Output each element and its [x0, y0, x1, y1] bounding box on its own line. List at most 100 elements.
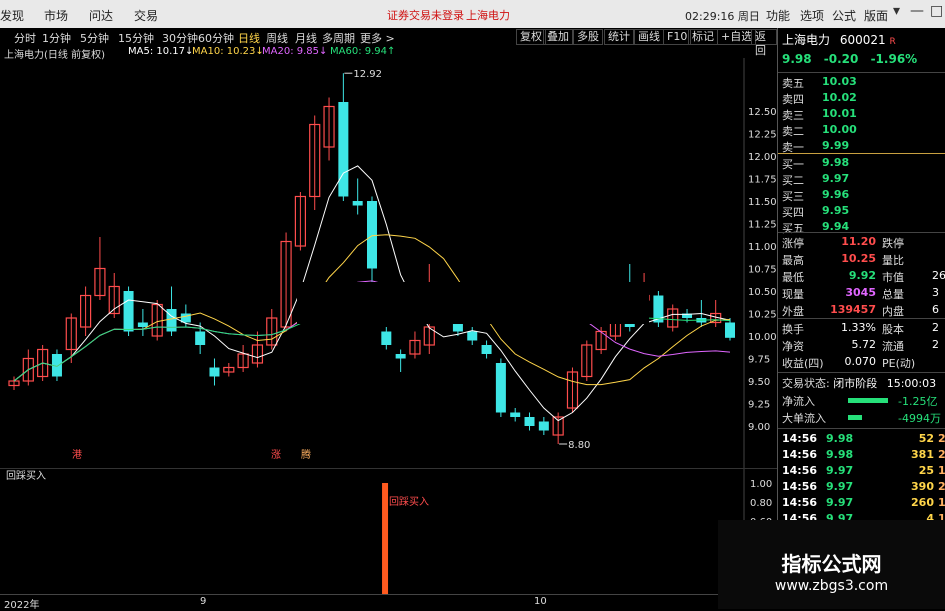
overlay-button[interactable]: 叠加 [543, 29, 573, 45]
ask-price: 10.01 [822, 107, 857, 120]
stats-button[interactable]: 统计 [604, 29, 634, 45]
candle-body [123, 291, 134, 332]
trade-volume: 390 [911, 480, 934, 493]
candle [294, 192, 306, 251]
adjust-button[interactable]: 复权 [516, 29, 546, 45]
period-15min[interactable]: 15分钟 [118, 30, 154, 46]
candle-body [524, 417, 535, 426]
menu-ask[interactable]: 问达 [89, 7, 113, 24]
stat-label: 现量 [782, 288, 804, 301]
minimize-icon[interactable]: — [910, 3, 924, 19]
kline-chart[interactable]: 12.50 12.25 12.00 11.75 11.50 11.25 11.00 10.75… [0, 58, 777, 468]
ma20-value: MA20: 9.85↓ [262, 46, 328, 57]
candle-body [195, 331, 206, 345]
trade-price: 9.98 [826, 448, 854, 461]
candle [338, 73, 349, 201]
current-stock-notice: 上海电力 [466, 9, 510, 22]
marker-teng: 腾 [301, 448, 311, 461]
candle [653, 291, 664, 327]
period-monthly[interactable]: 月线 [295, 30, 317, 46]
candle-body [381, 331, 392, 345]
clock: 02:29:16 周日 [685, 10, 760, 23]
candle-body [166, 309, 177, 332]
stat-label-2: 内盘 [882, 305, 904, 318]
trade-volume: 381 [911, 448, 934, 461]
candle-body [725, 322, 735, 338]
candle-body [352, 201, 363, 206]
bid-price: 9.96 [822, 188, 850, 201]
period-60min[interactable]: 60分钟 [198, 30, 234, 46]
candle-body [538, 421, 549, 431]
y-tick-label: 12.00 [748, 152, 777, 163]
period-timeshare[interactable]: 分时 [14, 30, 36, 46]
r-badge: R [889, 37, 896, 47]
bid-label: 买四 [782, 206, 804, 219]
maximize-icon[interactable]: □ [930, 3, 943, 19]
candle [323, 97, 335, 161]
y-tick-label: 9.00 [748, 422, 770, 433]
kline-svg: 12.50 12.25 12.00 11.75 11.50 11.25 11.00 10.75… [8, 58, 777, 468]
candle [667, 304, 679, 332]
bid-label: 买一 [782, 158, 804, 171]
price-pct: -1.96% [870, 52, 918, 66]
candle [137, 309, 148, 336]
stock-name: 上海电力 [782, 33, 831, 47]
period-more[interactable]: 更多 > [360, 30, 395, 46]
stat-value-2: 26 [932, 269, 945, 282]
dropdown-icon[interactable]: ▾ [893, 3, 900, 19]
menu-function[interactable]: 功能 [766, 7, 790, 24]
candle-body [467, 331, 478, 341]
trade-time: 14:56 [782, 496, 818, 509]
y-tick-label: 11.50 [748, 197, 777, 208]
stat-label-2: 市值 [882, 271, 904, 284]
period-multi[interactable]: 多周期 [322, 30, 355, 46]
ask-label: 卖四 [782, 93, 804, 106]
period-weekly[interactable]: 周线 [266, 30, 288, 46]
trade-flag: 1 [938, 464, 945, 477]
candle [123, 286, 134, 336]
multi-stock-button[interactable]: 多股 [573, 29, 603, 45]
stat2-value-2: 2 [932, 338, 939, 351]
menu-trade[interactable]: 交易 [134, 7, 158, 24]
stat2-label-2: 流通 [882, 340, 904, 353]
stat2-label: 换手 [782, 323, 804, 336]
menu-formula[interactable]: 公式 [832, 7, 856, 24]
candle [251, 331, 264, 368]
stat-label: 涨停 [782, 237, 804, 250]
y-tick-label: 9.75 [748, 355, 770, 366]
trade-time: 14:56 [782, 464, 818, 477]
login-status[interactable]: 证券交易未登录 [387, 7, 464, 23]
ask-price: 10.03 [822, 75, 857, 88]
y-tick-label: 9.25 [748, 400, 770, 411]
signal-bar [382, 483, 389, 595]
period-5min[interactable]: 5分钟 [80, 30, 109, 46]
netflow-value: -1.25亿 [898, 395, 938, 408]
menu-layout[interactable]: 版面 [864, 7, 888, 24]
candle-body [338, 102, 349, 197]
draw-line-button[interactable]: 画线 [634, 29, 664, 45]
menu-discover[interactable]: 发现 [0, 7, 24, 24]
trade-flag: 2 [938, 432, 945, 445]
stat-value: 3045 [845, 286, 876, 299]
candle [309, 115, 321, 210]
mark-button[interactable]: 标记 [688, 29, 718, 45]
menu-options[interactable]: 选项 [800, 7, 824, 24]
x-label-sep: 9 [200, 596, 207, 607]
bid-price: 9.97 [822, 172, 850, 185]
stat-label-2: 总量 [882, 288, 904, 301]
bid-label: 买三 [782, 190, 804, 203]
candle [725, 318, 735, 341]
stat2-value-2: 2 [932, 321, 939, 334]
period-30min[interactable]: 30分钟 [162, 30, 198, 46]
back-button[interactable]: 返回 [751, 29, 777, 57]
stat-value: 9.92 [848, 269, 876, 282]
stat2-label: 净资 [782, 340, 804, 353]
ask-price: 10.02 [822, 91, 857, 104]
indicator-pane[interactable]: 回踩买入 1.000.800.600.400.20 回踩买入 [0, 468, 777, 595]
period-1min[interactable]: 1分钟 [42, 30, 71, 46]
period-daily[interactable]: 日线 [238, 30, 260, 46]
stat-value: 139457 [830, 303, 876, 316]
menu-market[interactable]: 市场 [44, 7, 68, 24]
bigflow-value: -4994万 [898, 412, 941, 425]
top-menu-bar: 发现 市场 问达 交易 证券交易未登录 上海电力 02:29:16 周日 功能 … [0, 0, 945, 28]
